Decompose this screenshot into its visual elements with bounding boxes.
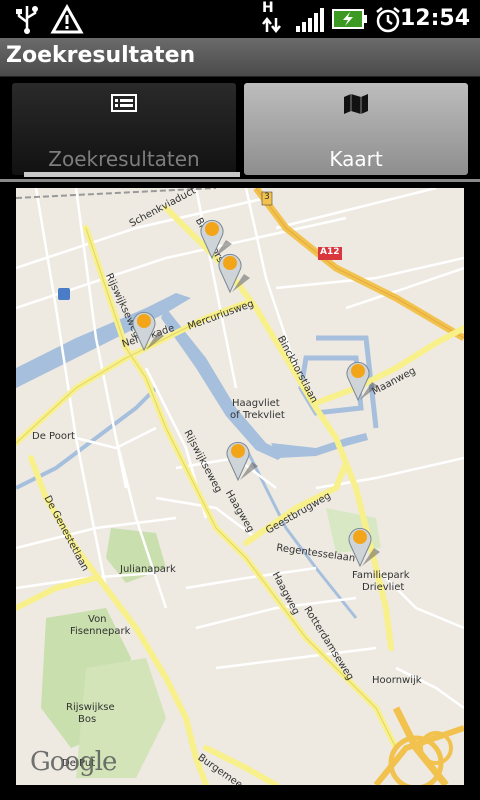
map-label: Hoornwijk [372, 675, 422, 686]
tab-map[interactable]: Kaart [244, 83, 468, 175]
map-label: Haagvliet [232, 398, 280, 409]
google-logo: Google [30, 747, 117, 777]
list-icon [111, 94, 137, 112]
road-shield-a12: A12 [320, 247, 340, 257]
location-pin[interactable] [130, 306, 170, 352]
map-label: Bos [78, 714, 97, 725]
title-bar: Zoekresultaten [0, 38, 480, 77]
clock: 12:54 [399, 6, 470, 31]
network-h-icon: H [262, 0, 274, 16]
location-pin[interactable] [216, 248, 256, 294]
network-arrows-icon [262, 16, 281, 34]
map-view[interactable]: Schenkviaduct Binckhorstlaan Rijswijksew… [16, 188, 464, 785]
tab-label: Zoekresultaten [48, 147, 200, 171]
map-label: Von [88, 614, 107, 625]
status-bar: H 12:54 [0, 0, 480, 38]
signal-icon [296, 8, 324, 32]
map-label: Fisennepark [70, 626, 131, 637]
map-label: Julianapark [120, 564, 176, 575]
tab-bar: Zoekresultaten Kaart [0, 77, 480, 183]
map-label: Drievliet [362, 582, 405, 593]
map-label: De Poort [32, 431, 75, 442]
location-pin[interactable] [346, 522, 386, 568]
road-shield-3: 3 [264, 192, 270, 202]
app-title: Zoekresultaten [6, 43, 196, 68]
alarm-icon [376, 7, 400, 33]
tab-divider [0, 179, 480, 182]
map-icon [344, 94, 368, 114]
usb-icon [16, 6, 38, 34]
map-label: Familiepark [352, 570, 410, 581]
map-label: Rijswijkse [66, 702, 115, 713]
tab-indicator [24, 172, 240, 177]
tab-label: Kaart [329, 147, 383, 171]
battery-icon [332, 9, 367, 29]
location-pin[interactable] [344, 356, 384, 402]
location-pin[interactable] [224, 436, 264, 482]
tab-search-results[interactable]: Zoekresultaten [12, 83, 236, 175]
warning-icon [50, 4, 84, 34]
map-label: of Trekvliet [230, 410, 285, 421]
